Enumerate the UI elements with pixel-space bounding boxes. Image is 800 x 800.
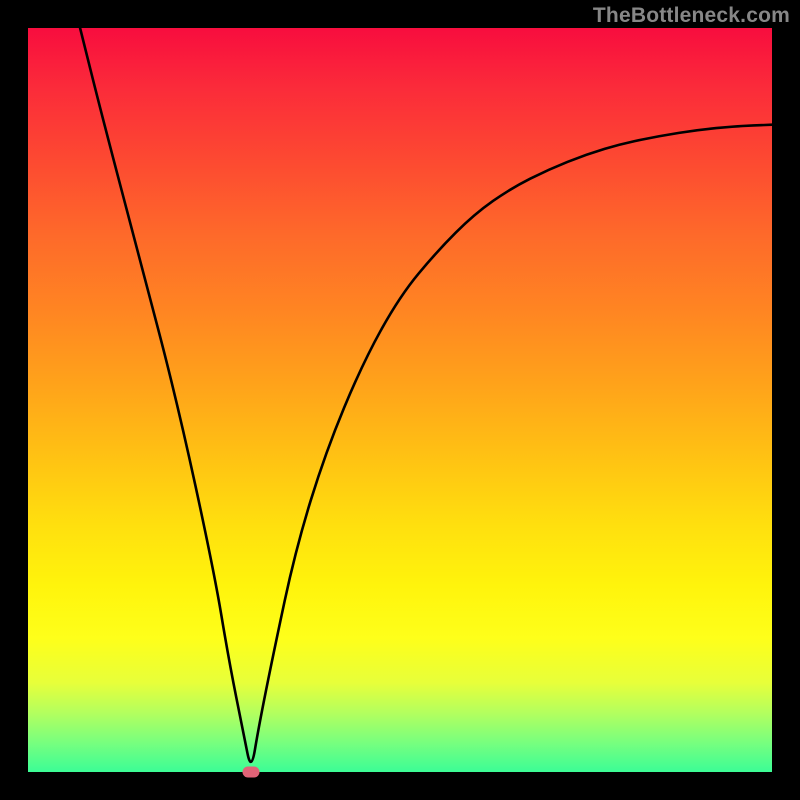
minimum-marker	[243, 767, 260, 778]
watermark-text: TheBottleneck.com	[593, 4, 790, 28]
chart-frame: TheBottleneck.com	[0, 0, 800, 800]
curve-svg	[28, 28, 772, 772]
bottleneck-curve	[80, 28, 772, 762]
plot-area	[28, 28, 772, 772]
